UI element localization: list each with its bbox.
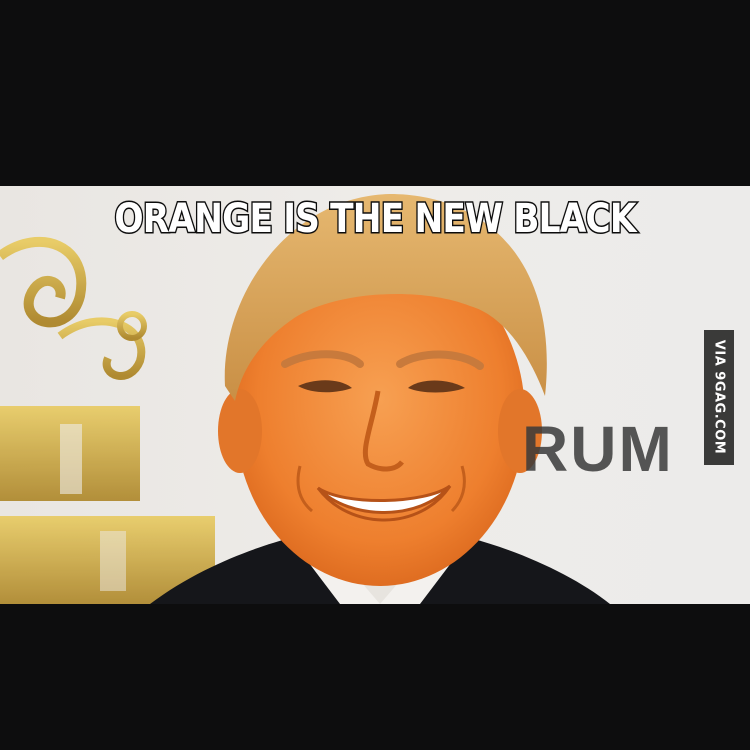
photo-illustration (0, 194, 610, 604)
meme-caption: ORANGE IS THE NEW BLACK (113, 195, 638, 244)
letterbox-frame: RUM ORANGE IS THE NEW BLACK VIA 9GAG.COM (0, 0, 750, 750)
gold-logo (0, 236, 215, 604)
watermark-badge: VIA 9GAG.COM (704, 330, 734, 465)
meme-photo (0, 186, 750, 604)
backdrop-sign-text: RUM (522, 413, 674, 485)
watermark-text: VIA 9GAG.COM (711, 339, 727, 455)
